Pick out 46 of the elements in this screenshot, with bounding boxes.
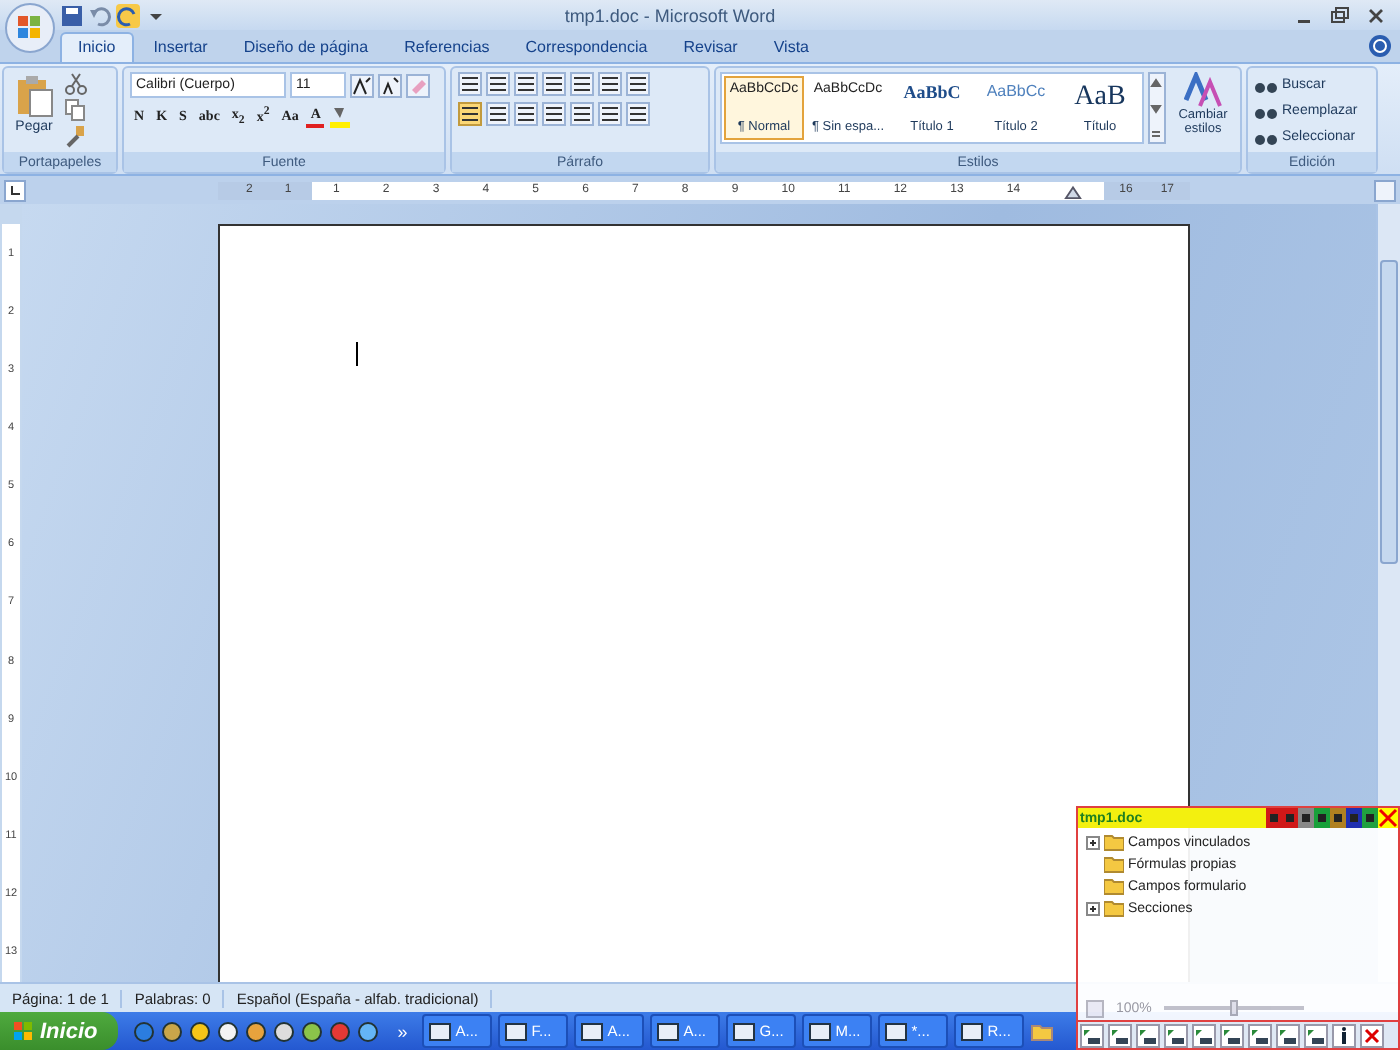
- window-icon: [579, 1019, 604, 1043]
- clipboard-icon: [14, 74, 54, 118]
- ribbon-tab[interactable]: Referencias: [388, 34, 506, 62]
- gallery-scroll-icon[interactable]: [1148, 72, 1166, 144]
- scissors-icon[interactable]: [64, 72, 88, 96]
- undo-icon[interactable]: [88, 3, 112, 27]
- delete-icon[interactable]: [1360, 1023, 1384, 1047]
- ribbon-tab[interactable]: Vista: [757, 34, 825, 62]
- window-icon: [959, 1019, 984, 1043]
- redo-icon[interactable]: [116, 3, 140, 27]
- window-icon: [427, 1019, 452, 1043]
- align-left-icon[interactable]: [458, 102, 482, 126]
- ribbon-tab[interactable]: Correspondencia: [509, 34, 664, 62]
- window-icon: [731, 1019, 756, 1043]
- expand-icon[interactable]: [1086, 901, 1100, 915]
- help-icon[interactable]: [1368, 34, 1392, 58]
- info-icon[interactable]: [1332, 1023, 1356, 1047]
- zoom-slider-thumb[interactable]: [1229, 1000, 1238, 1016]
- indent-marker-icon[interactable]: [1063, 181, 1082, 199]
- close-icon[interactable]: [1364, 3, 1388, 27]
- shrink-font-icon[interactable]: [378, 73, 402, 97]
- styles-triangles-icon: [1183, 72, 1223, 108]
- grow-font-icon[interactable]: [350, 73, 374, 97]
- copy-icon[interactable]: [64, 98, 88, 122]
- text-cursor: [356, 342, 358, 366]
- folder-icon[interactable]: [1029, 1019, 1054, 1043]
- window-icon: [655, 1019, 680, 1043]
- expand-icon[interactable]: [1086, 835, 1100, 849]
- overflow-chevron[interactable]: »: [389, 1021, 416, 1041]
- window-icon: [883, 1019, 908, 1043]
- tab-selector-icon[interactable]: [4, 179, 26, 201]
- save-icon[interactable]: [60, 3, 84, 27]
- window-title: tmp1.doc - Microsoft Word: [562, 5, 778, 25]
- windows-flag-icon: [12, 1020, 34, 1042]
- restore-icon[interactable]: [1328, 3, 1352, 27]
- ribbon-tab[interactable]: Inicio: [60, 32, 134, 62]
- start-button[interactable]: Inicio: [0, 1012, 118, 1050]
- ribbon-tab[interactable]: Revisar: [667, 34, 754, 62]
- scroll-thumb[interactable]: [1380, 260, 1398, 564]
- window-icon: [503, 1019, 528, 1043]
- ribbon-tab[interactable]: Diseño de página: [227, 34, 385, 62]
- ribbon-tab[interactable]: Insertar: [137, 34, 224, 62]
- highlight-icon[interactable]: [328, 104, 353, 128]
- window-icon: [807, 1019, 832, 1043]
- close-icon[interactable]: [1378, 808, 1398, 828]
- paintbrush-icon[interactable]: [64, 124, 88, 148]
